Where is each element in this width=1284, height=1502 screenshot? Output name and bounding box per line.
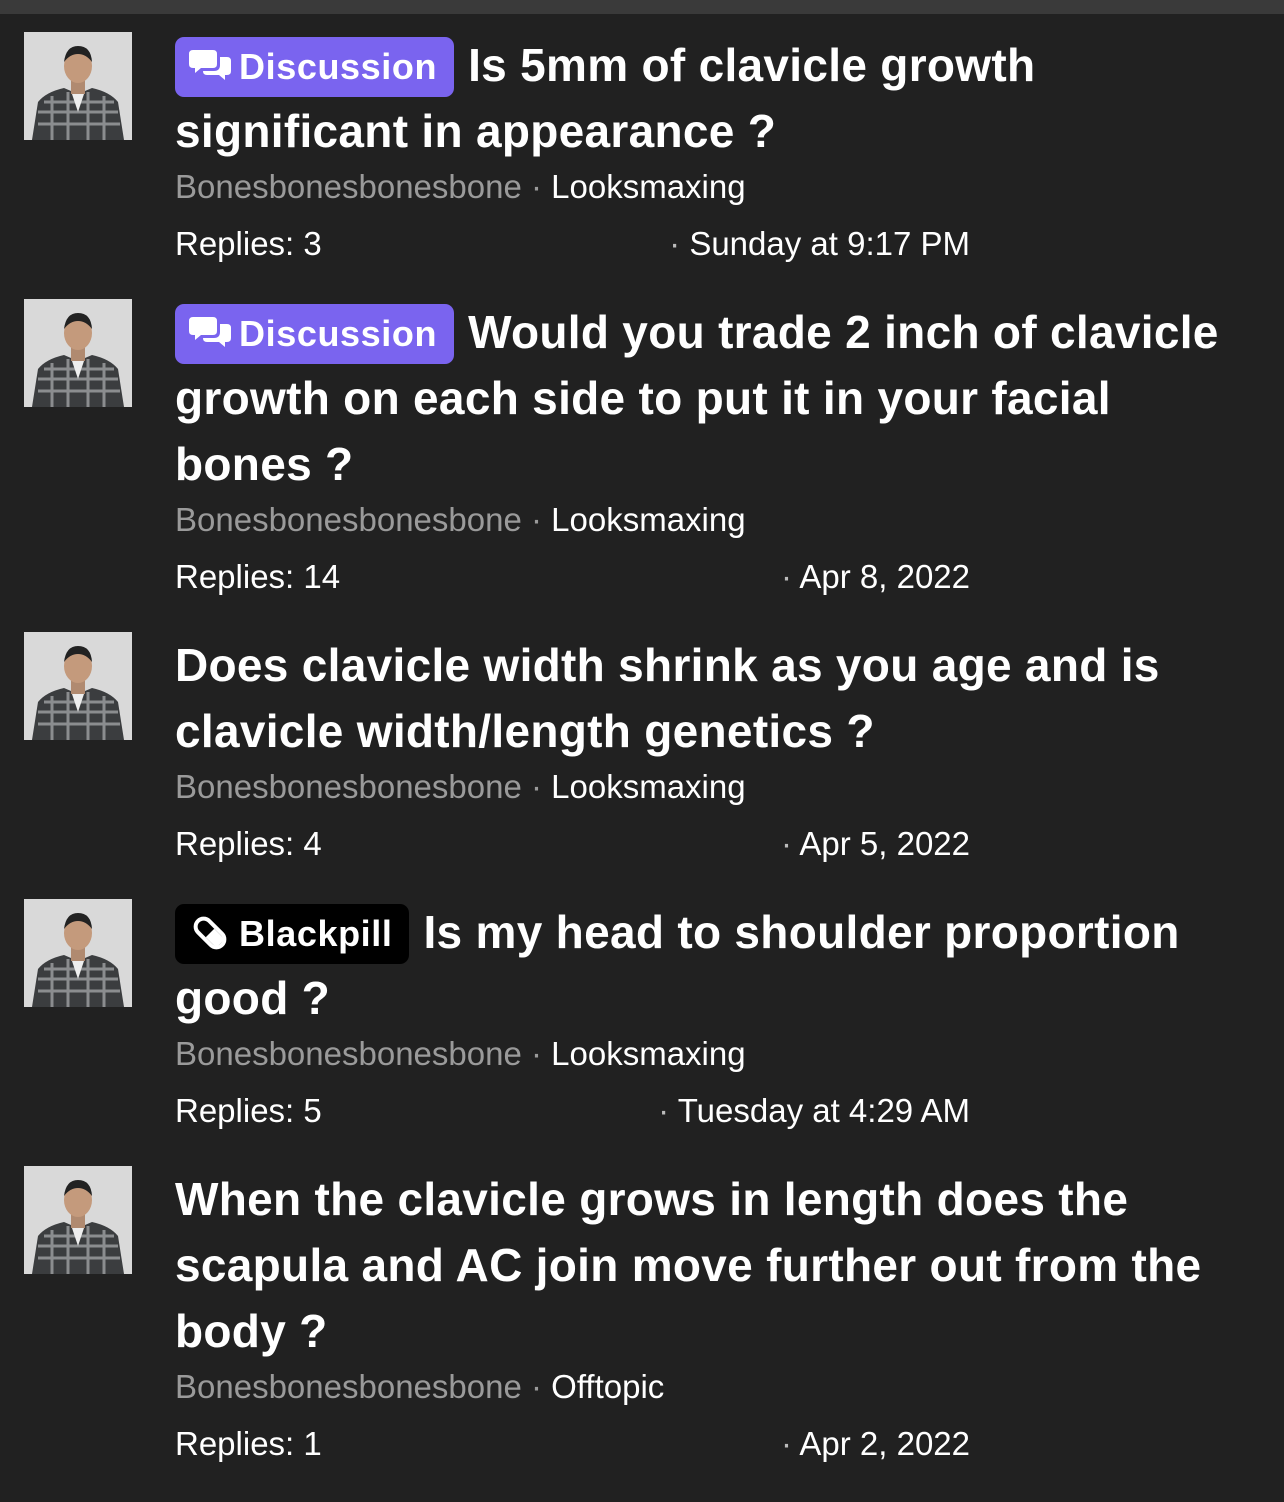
label-text: Blackpill xyxy=(239,913,393,954)
separator: · xyxy=(781,558,793,595)
user-avatar[interactable] xyxy=(24,899,132,1007)
last-post-date-link[interactable]: · Apr 5, 2022 xyxy=(781,824,970,864)
user-avatar[interactable] xyxy=(24,32,132,140)
last-post-date: Apr 2, 2022 xyxy=(799,1425,970,1462)
pill-icon xyxy=(193,917,227,950)
author-link[interactable]: Bonesbonesbonesbone xyxy=(175,768,522,805)
reply-count: Replies: 5 xyxy=(175,1092,322,1129)
thread-stats: Replies: 5 · Tuesday at 4:29 AM xyxy=(175,1091,1255,1131)
label-text: Discussion xyxy=(239,46,438,87)
thread-meta: Bonesbonesbonesbone · Looksmaxing xyxy=(175,167,1255,207)
last-post-date: Tuesday at 4:29 AM xyxy=(677,1092,970,1129)
separator: · xyxy=(669,225,681,262)
blackpill-label[interactable]: Blackpill xyxy=(175,904,410,964)
thread-title-link[interactable]: Does clavicle width shrink as you age an… xyxy=(175,639,1160,757)
separator: · xyxy=(781,1425,793,1462)
forum-link[interactable]: Looksmaxing xyxy=(551,1035,745,1072)
avatar-photo xyxy=(24,899,132,1007)
thread-title-link[interactable]: When the clavicle grows in length does t… xyxy=(175,1173,1201,1357)
forum-link[interactable]: Looksmaxing xyxy=(551,768,745,805)
last-post-date: Apr 8, 2022 xyxy=(799,558,970,595)
thread-meta: Bonesbonesbonesbone · Looksmaxing xyxy=(175,500,1255,540)
thread-stats: Replies: 14 · Apr 8, 2022 xyxy=(175,557,1255,597)
chat-bubbles-icon xyxy=(189,50,231,81)
author-link[interactable]: Bonesbonesbonesbone xyxy=(175,501,522,538)
discussion-label[interactable]: Discussion xyxy=(175,37,455,97)
thread-title: Discussion Is 5mm of clavicle growth sign… xyxy=(175,32,1255,164)
last-post-date-link[interactable]: · Apr 8, 2022 xyxy=(781,557,970,597)
thread-stats: Replies: 1 · Apr 2, 2022 xyxy=(175,1424,1255,1464)
separator: · xyxy=(530,768,542,805)
thread-title: Blackpill Is my head to shoulder proporti… xyxy=(175,899,1255,1031)
reply-count: Replies: 1 xyxy=(175,1425,322,1462)
last-post-date-link[interactable]: · Apr 2, 2022 xyxy=(781,1424,970,1464)
reply-count: Replies: 14 xyxy=(175,558,341,595)
thread-title: Does clavicle width shrink as you age an… xyxy=(175,632,1255,764)
thread-meta: Bonesbonesbonesbone · Looksmaxing xyxy=(175,1034,1255,1074)
reply-count: Replies: 4 xyxy=(175,825,322,862)
last-post-date: Apr 5, 2022 xyxy=(799,825,970,862)
discussion-label[interactable]: Discussion xyxy=(175,304,455,364)
last-post-date: Sunday at 9:17 PM xyxy=(689,225,970,262)
separator: · xyxy=(530,1368,542,1405)
last-post-date-link[interactable]: · Sunday at 9:17 PM xyxy=(669,224,970,264)
thread-title: When the clavicle grows in length does t… xyxy=(175,1166,1255,1364)
thread-stats: Replies: 3 · Sunday at 9:17 PM xyxy=(175,224,1255,264)
avatar-photo xyxy=(24,632,132,740)
separator: · xyxy=(530,168,542,205)
author-link[interactable]: Bonesbonesbonesbone xyxy=(175,1368,522,1405)
label-text: Discussion xyxy=(239,313,438,354)
chat-bubbles-icon xyxy=(189,317,231,348)
avatar-photo xyxy=(24,32,132,140)
separator: · xyxy=(781,825,793,862)
user-avatar[interactable] xyxy=(24,632,132,740)
forum-link[interactable]: Looksmaxing xyxy=(551,501,745,538)
separator: · xyxy=(530,501,542,538)
thread-meta: Bonesbonesbonesbone · Looksmaxing xyxy=(175,767,1255,807)
avatar-photo xyxy=(24,299,132,407)
separator: · xyxy=(530,1035,542,1072)
last-post-date-link[interactable]: · Tuesday at 4:29 AM xyxy=(658,1091,970,1131)
user-avatar[interactable] xyxy=(24,299,132,407)
user-avatar[interactable] xyxy=(24,1166,132,1274)
forum-link[interactable]: Offtopic xyxy=(551,1368,664,1405)
author-link[interactable]: Bonesbonesbonesbone xyxy=(175,1035,522,1072)
author-link[interactable]: Bonesbonesbonesbone xyxy=(175,168,522,205)
forum-link[interactable]: Looksmaxing xyxy=(551,168,745,205)
reply-count: Replies: 3 xyxy=(175,225,322,262)
separator: · xyxy=(658,1092,670,1129)
top-divider xyxy=(0,0,1284,14)
avatar-photo xyxy=(24,1166,132,1274)
thread-meta: Bonesbonesbonesbone · Offtopic xyxy=(175,1367,1255,1407)
thread-stats: Replies: 4 · Apr 5, 2022 xyxy=(175,824,1255,864)
thread-title: Discussion Would you trade 2 inch of clav… xyxy=(175,299,1255,497)
